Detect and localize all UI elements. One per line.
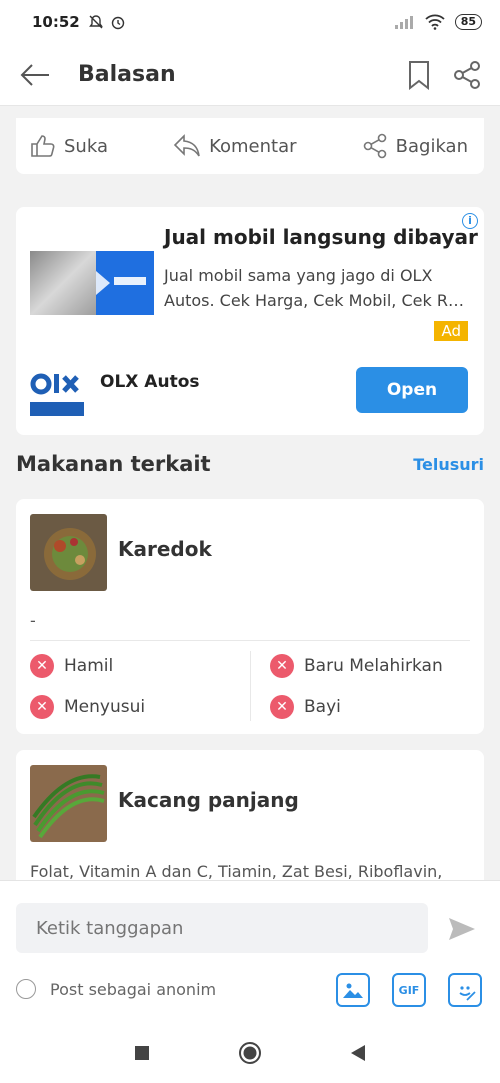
reply-composer: Post sebagai anonim GIF xyxy=(0,880,500,1022)
like-button[interactable]: Suka xyxy=(30,134,108,158)
cross-icon: ✕ xyxy=(270,654,294,678)
arrow-left-icon xyxy=(20,63,49,86)
ad-image xyxy=(30,251,154,315)
post-action-row: Suka Komentar Bagikan xyxy=(16,118,484,174)
like-label: Suka xyxy=(64,135,108,157)
condition-item: ✕ Baru Melahirkan xyxy=(270,654,443,678)
reply-input[interactable] xyxy=(16,903,428,953)
food-description: Folat, Vitamin A dan C, Tiamin, Zat Besi… xyxy=(30,862,443,881)
cross-icon: ✕ xyxy=(30,695,54,719)
food-image xyxy=(30,765,107,842)
food-card[interactable]: Karedok - ✕ Hamil ✕ Baru Melahirkan ✕ Me… xyxy=(16,499,484,734)
thumbs-up-icon xyxy=(31,135,55,157)
sticker-button[interactable] xyxy=(448,973,482,1007)
cross-icon: ✕ xyxy=(270,695,294,719)
condition-item: ✕ Bayi xyxy=(270,695,341,719)
back-nav-icon[interactable] xyxy=(350,1044,366,1062)
related-foods-header: Makanan terkait Telusuri xyxy=(16,452,484,476)
ad-description: Jual mobil sama yang jago di OLX Autos. … xyxy=(164,266,464,310)
app-bar: Balasan xyxy=(0,44,500,106)
sticker-icon xyxy=(459,986,476,1001)
divider xyxy=(30,640,470,641)
bookmark-icon[interactable] xyxy=(408,60,430,90)
ad-brand: OLX Autos xyxy=(100,372,200,392)
condition-item: ✕ Menyusui xyxy=(30,695,145,719)
cross-icon: ✕ xyxy=(30,654,54,678)
ad-badge: Ad xyxy=(434,321,468,341)
olx-autos-logo xyxy=(30,373,84,416)
share-post-button[interactable]: Bagikan xyxy=(362,133,468,159)
system-nav-bar xyxy=(0,1022,500,1083)
share-icon[interactable] xyxy=(452,60,482,90)
share-icon xyxy=(363,133,386,159)
signal-icon xyxy=(394,16,413,29)
gif-button[interactable]: GIF xyxy=(392,973,426,1007)
home-icon[interactable] xyxy=(238,1041,262,1065)
divider xyxy=(250,651,251,721)
share-label: Bagikan xyxy=(395,135,468,157)
wifi-icon xyxy=(425,14,445,30)
ad-headline: Jual mobil langsung dibayar xyxy=(164,225,478,249)
food-name: Kacang panjang xyxy=(118,788,299,812)
battery-icon: 85 xyxy=(454,14,482,30)
image-button[interactable] xyxy=(336,973,370,1007)
anonymous-radio[interactable] xyxy=(16,979,36,999)
ad-open-button[interactable]: Open xyxy=(356,367,468,413)
alarm-icon xyxy=(111,16,124,30)
status-bar: 10:52 85 xyxy=(0,0,500,44)
condition-item: ✕ Hamil xyxy=(30,654,113,678)
food-name: Karedok xyxy=(118,537,212,561)
image-icon xyxy=(343,983,363,998)
food-description: - xyxy=(30,611,36,630)
back-button[interactable] xyxy=(0,63,70,87)
recents-icon[interactable] xyxy=(134,1045,150,1061)
anonymous-label: Post sebagai anonim xyxy=(50,979,217,999)
food-image xyxy=(30,514,107,591)
section-title: Makanan terkait xyxy=(16,452,211,476)
anonymous-toggle[interactable]: Post sebagai anonim xyxy=(16,979,216,999)
explore-link[interactable]: Telusuri xyxy=(413,455,484,474)
page-title: Balasan xyxy=(78,62,176,87)
comment-label: Komentar xyxy=(209,135,297,157)
send-icon[interactable] xyxy=(448,917,476,941)
notifications-off-icon xyxy=(88,15,103,29)
food-card[interactable]: Kacang panjang Folat, Vitamin A dan C, T… xyxy=(16,750,484,900)
reply-icon xyxy=(173,134,200,157)
ad-card[interactable]: i Jual mobil langsung dibayar Jual mobil… xyxy=(16,207,484,435)
comment-button[interactable]: Komentar xyxy=(173,133,297,159)
status-time: 10:52 xyxy=(32,13,80,31)
